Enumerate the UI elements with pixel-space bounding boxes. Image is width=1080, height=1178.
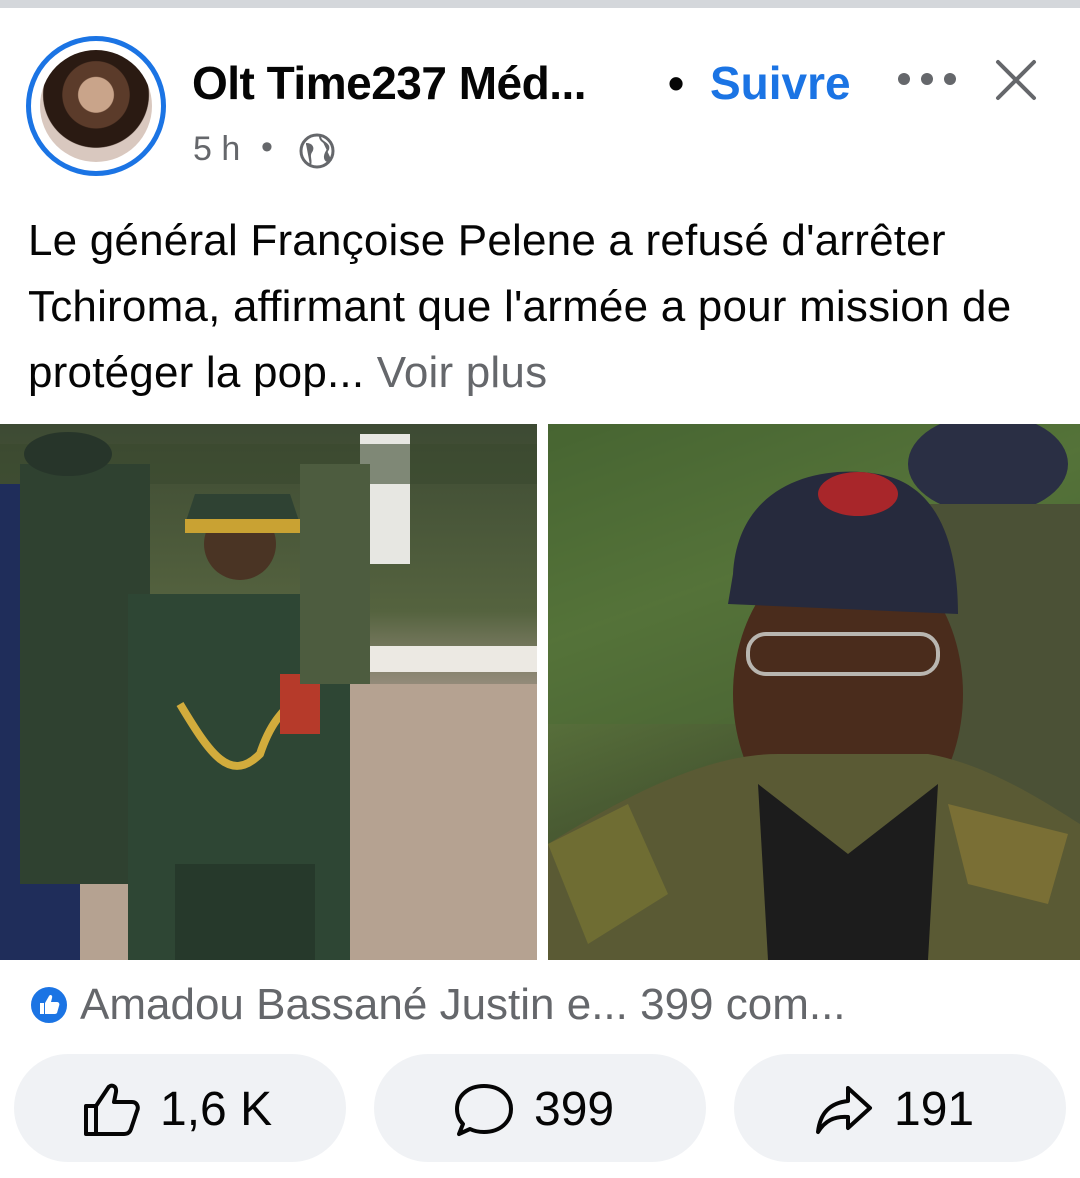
- comment-count: 399: [534, 1083, 615, 1136]
- share-arrow-icon: [816, 1086, 872, 1134]
- share-button[interactable]: 191: [734, 1054, 1066, 1162]
- comment-button[interactable]: 399: [374, 1054, 706, 1162]
- post-header: Olt Time237 Méd... • Suivre 5 h •: [0, 26, 1080, 186]
- page-name[interactable]: Olt Time237 Méd...: [192, 56, 587, 110]
- meta-separator: •: [261, 128, 273, 166]
- photo-left-illustration: [0, 432, 537, 960]
- more-options-icon[interactable]: [896, 64, 958, 94]
- top-divider: [0, 0, 1080, 8]
- photo-right-illustration: [548, 424, 1080, 960]
- see-more-link[interactable]: Voir plus: [377, 348, 548, 397]
- reactions-summary[interactable]: Amadou Bassané Justin e... 399 com...: [0, 976, 1080, 1036]
- like-count: 1,6 K: [160, 1083, 273, 1136]
- avatar-image: [40, 50, 152, 162]
- comment-bubble-icon: [455, 1084, 513, 1136]
- post-photo-left[interactable]: [0, 424, 537, 960]
- post-time[interactable]: 5 h: [193, 130, 240, 169]
- reactions-text[interactable]: Amadou Bassané Justin e... 399 com...: [80, 980, 846, 1030]
- share-count: 191: [894, 1083, 975, 1136]
- close-icon[interactable]: [994, 58, 1038, 102]
- follow-button[interactable]: Suivre: [710, 56, 851, 110]
- post-text: Le général Françoise Pelene a refusé d'a…: [28, 208, 1058, 406]
- thumb-icon: [40, 994, 60, 1014]
- like-button[interactable]: 1,6 K: [14, 1054, 346, 1162]
- post-photo-right[interactable]: [548, 424, 1080, 960]
- page-avatar[interactable]: [26, 36, 166, 176]
- globe-icon: [299, 133, 335, 169]
- thumbs-up-icon: [84, 1083, 140, 1136]
- name-separator: •: [668, 57, 685, 109]
- like-badge-icon: [28, 984, 70, 1026]
